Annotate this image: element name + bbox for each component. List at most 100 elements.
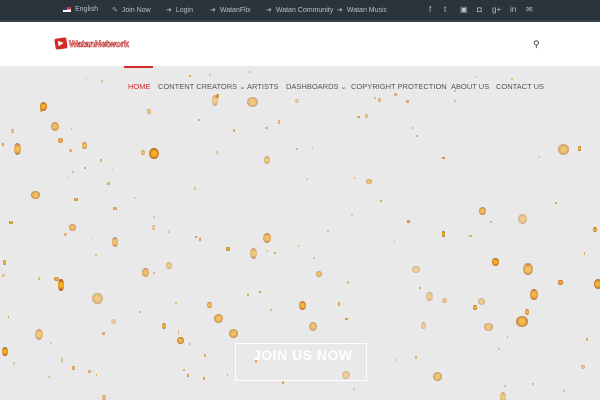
particle <box>102 332 105 335</box>
youtube-icon[interactable]: ▣ <box>460 5 468 14</box>
particle <box>102 395 106 400</box>
particle <box>297 244 300 247</box>
language-link[interactable]: English <box>63 6 98 13</box>
particle <box>554 201 557 204</box>
site-logo[interactable]: ▶ WatanNetwork <box>54 37 129 50</box>
particle <box>441 297 448 304</box>
search-icon[interactable]: ⚲ <box>533 39 540 50</box>
particle <box>84 166 86 169</box>
particle <box>10 128 14 134</box>
nav-label: CONTENT CREATORS <box>158 82 238 91</box>
particle <box>426 291 433 302</box>
particle <box>133 197 136 200</box>
particle <box>247 96 258 108</box>
facebook-icon[interactable]: f <box>429 5 431 14</box>
sign-in-icon: ➜ <box>337 7 343 14</box>
particle <box>177 336 184 345</box>
particle <box>202 376 206 380</box>
email-icon[interactable]: ✉ <box>526 5 533 14</box>
twitter-icon[interactable]: t <box>444 5 446 14</box>
particle <box>204 354 207 357</box>
particle <box>95 373 98 376</box>
particle <box>74 197 78 202</box>
link-label: Join Now <box>121 6 151 14</box>
nav-artists[interactable]: ARTISTS <box>247 82 279 91</box>
google-plus-icon[interactable]: g+ <box>492 5 501 14</box>
particle <box>353 176 356 179</box>
particle <box>226 374 228 377</box>
nav-dashboards[interactable]: DASHBOARDS ⌄ <box>286 82 347 91</box>
particle <box>49 342 52 345</box>
nav-home[interactable]: HOME <box>128 82 151 91</box>
watan-community-link[interactable]: ➜ Watan Community <box>266 6 334 15</box>
particle <box>415 134 418 137</box>
particle <box>198 118 201 122</box>
login-link[interactable]: ➜ Login <box>166 6 193 15</box>
chevron-down-icon: ⌄ <box>340 82 347 91</box>
particle <box>101 80 104 83</box>
particle <box>162 322 167 329</box>
particle <box>216 151 218 154</box>
nav-copyright-protection[interactable]: COPYRIGHT PROTECTION <box>351 82 447 91</box>
linkedin-icon[interactable]: in <box>510 5 516 14</box>
particle <box>442 156 445 160</box>
particle <box>69 149 73 153</box>
particle <box>532 382 535 385</box>
watan-music-link[interactable]: ➜ Watan Music <box>337 6 387 15</box>
play-logo-icon: ▶ <box>54 37 68 50</box>
particle <box>194 186 197 191</box>
join-now-link[interactable]: ✎ Join Now <box>112 6 151 15</box>
particle <box>110 318 117 324</box>
particle <box>51 122 60 132</box>
particle <box>578 146 582 151</box>
nav-label: DASHBOARDS <box>286 82 339 91</box>
particle <box>71 171 74 174</box>
particle <box>347 281 350 284</box>
particle <box>393 239 396 242</box>
particle <box>207 301 212 309</box>
particle <box>558 279 563 286</box>
particle <box>593 278 600 289</box>
particle <box>270 308 272 311</box>
particle <box>148 147 160 160</box>
particle <box>479 207 487 216</box>
particle <box>523 263 534 275</box>
site-header: ▶ WatanNetwork ⚲ <box>0 22 600 66</box>
link-label: English <box>75 6 98 13</box>
particle <box>188 75 191 78</box>
particle <box>406 99 409 103</box>
particle <box>153 272 156 275</box>
watanflix-link[interactable]: ➜ WatanFlix <box>210 6 251 15</box>
nav-content-creators[interactable]: CONTENT CREATORS ⌄ <box>158 82 246 91</box>
particle <box>586 338 589 341</box>
particle <box>273 251 276 254</box>
instagram-icon[interactable]: ◘ <box>477 5 482 14</box>
link-label: WatanFlix <box>219 6 251 14</box>
particle <box>316 270 322 277</box>
particle <box>250 247 257 259</box>
join-us-now-button[interactable]: JOIN US NOW <box>235 343 367 381</box>
particle <box>34 328 44 341</box>
particle <box>305 177 308 180</box>
particle <box>262 232 272 244</box>
particle <box>64 232 68 236</box>
particle <box>277 119 280 124</box>
particle <box>298 301 306 311</box>
particle <box>57 279 65 291</box>
particle <box>72 366 75 370</box>
particle <box>411 265 420 274</box>
particle <box>85 76 88 79</box>
link-label: Watan Community <box>275 6 334 14</box>
top-bar: English ✎ Join Now ➜ Login ➜ WatanFlix ➜ Wat… <box>0 0 600 22</box>
particle <box>295 147 298 150</box>
nav-contact-us[interactable]: CONTACT US <box>496 82 544 91</box>
particle <box>91 237 94 240</box>
particle <box>107 182 110 185</box>
particle <box>558 143 570 155</box>
particle <box>365 178 372 185</box>
particle <box>313 257 315 260</box>
particle <box>406 220 411 224</box>
particle <box>309 321 318 331</box>
nav-about-us[interactable]: ABOUT US <box>451 82 489 91</box>
particle <box>265 250 268 253</box>
